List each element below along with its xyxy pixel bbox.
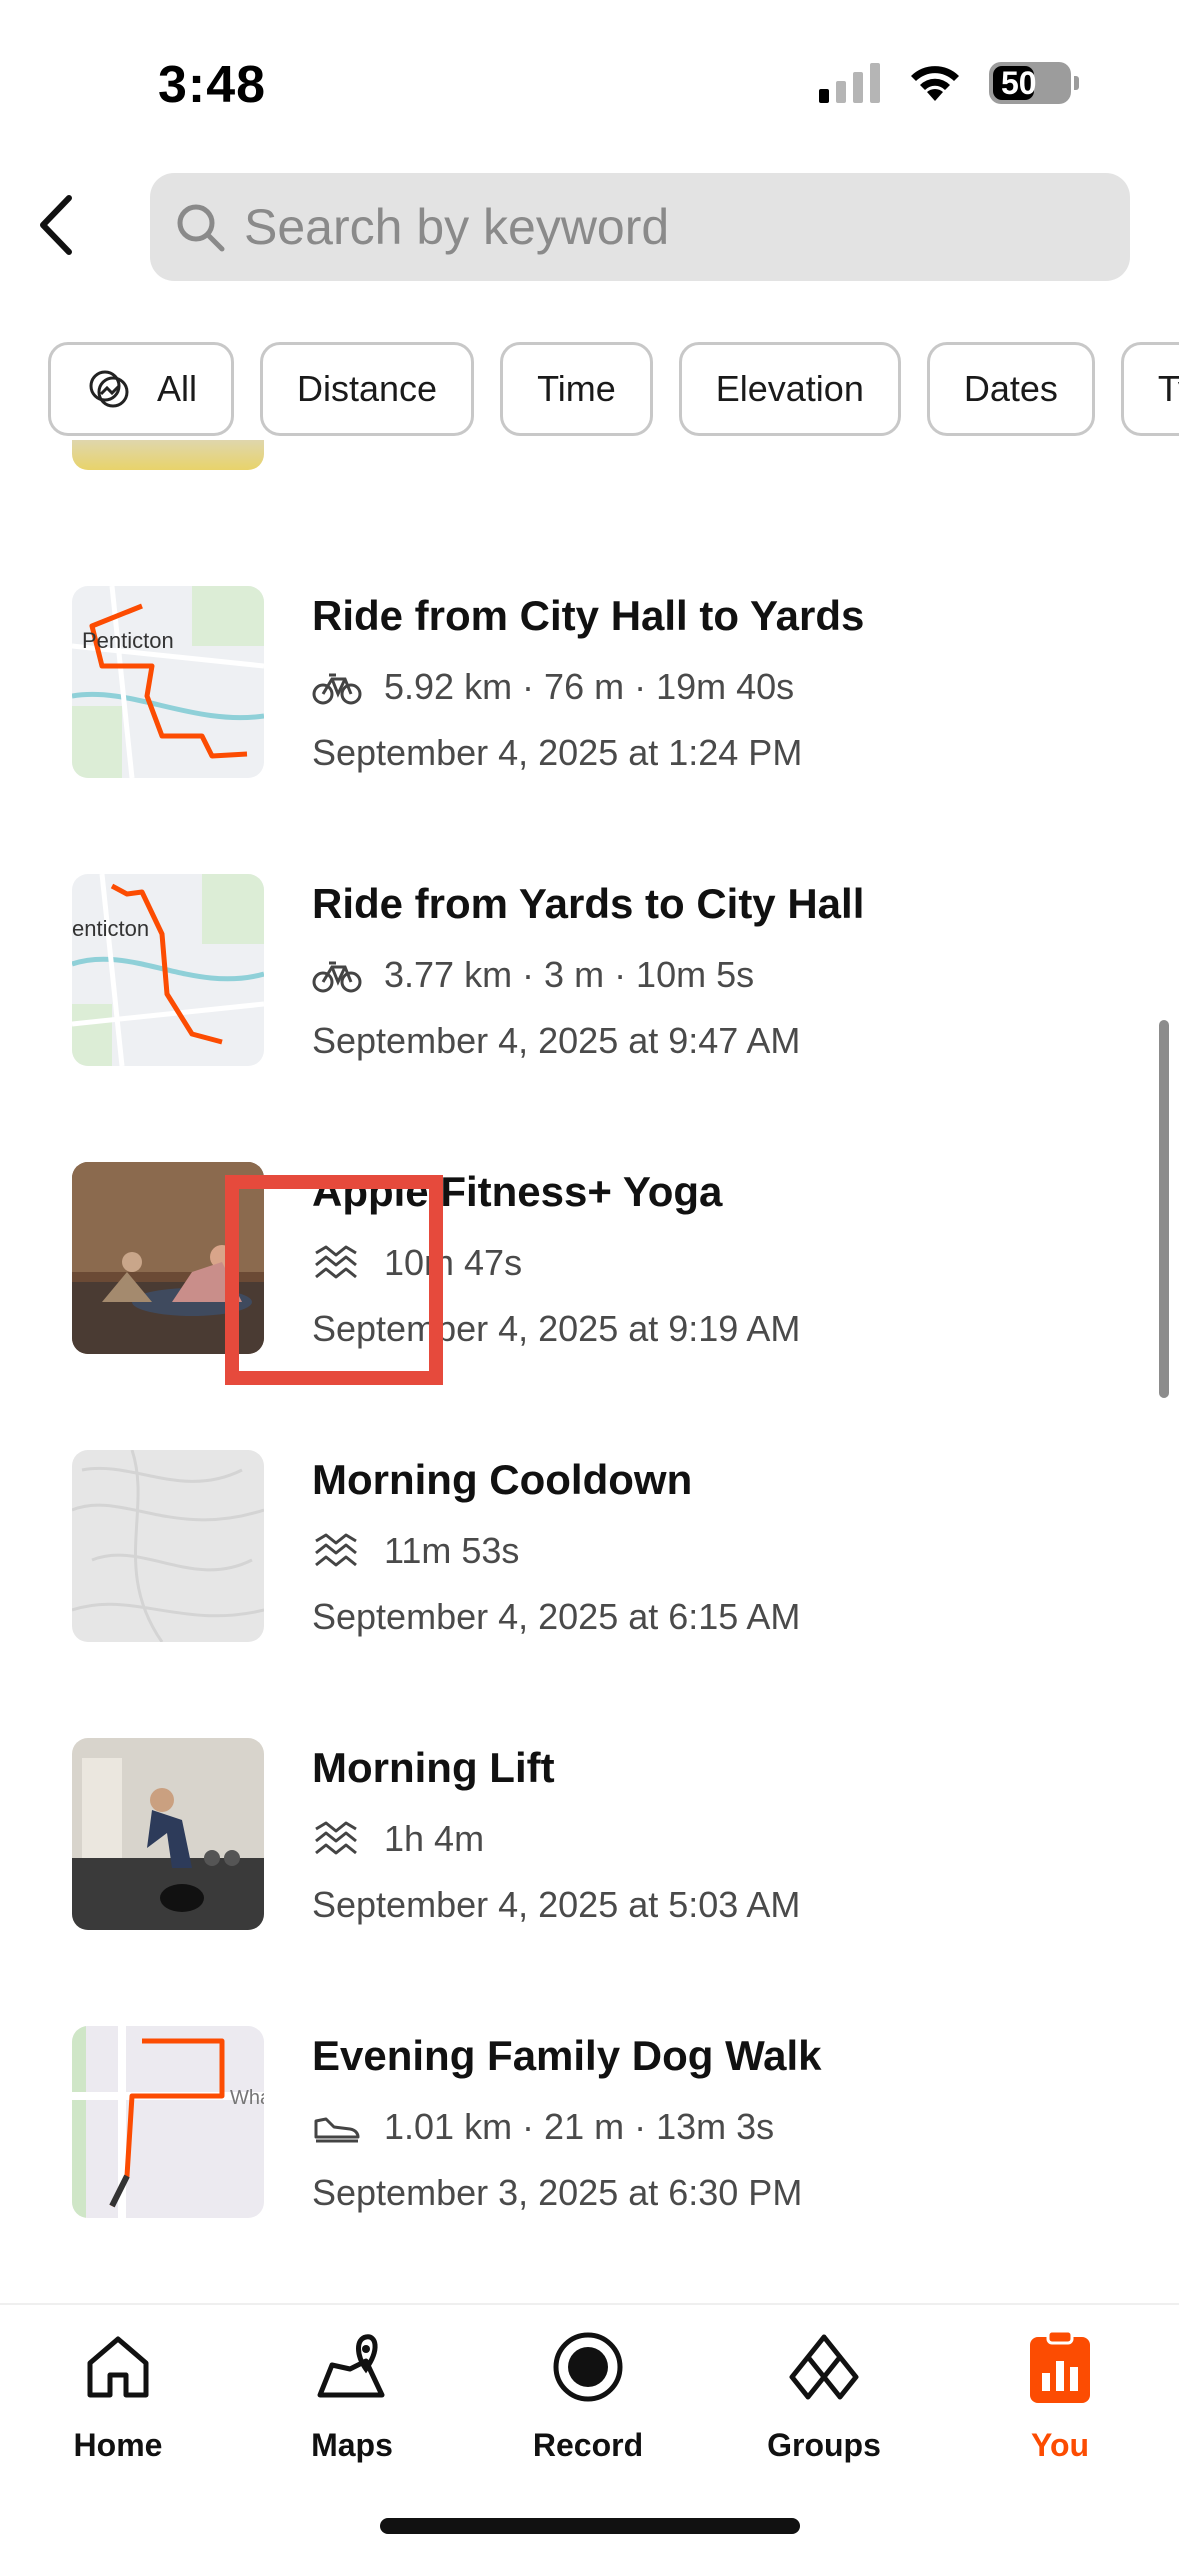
map-label: Wha — [230, 2087, 264, 2109]
activity-date: September 3, 2025 at 6:30 PM — [312, 2172, 803, 2213]
activity-title: Ride from City Hall to Yards — [312, 592, 865, 639]
record-icon — [553, 2332, 623, 2402]
search-icon — [177, 204, 225, 252]
filter-chip-elevation[interactable]: Elevation — [678, 342, 901, 436]
activity-title: Evening Family Dog Walk — [312, 2032, 822, 2079]
map-label: Penticton — [82, 628, 174, 653]
maps-icon — [317, 2334, 385, 2398]
home-icon — [87, 2336, 149, 2398]
tab-record[interactable]: Record — [508, 2325, 668, 2464]
status-icons: 50 — [819, 62, 1079, 104]
activity-stats-text: 5.92 km · 76 m · 19m 40s — [384, 666, 795, 707]
activity-title: Morning Cooldown — [312, 1456, 693, 1503]
tab-you[interactable]: You — [980, 2325, 1140, 2464]
activity-stats: 3.77 km · 3 m · 10m 5s — [312, 954, 754, 996]
activity-date: September 4, 2025 at 1:24 PM — [312, 732, 803, 773]
chevron-left-icon — [40, 195, 72, 255]
filter-chip-label: Elevation — [715, 368, 864, 409]
activity-item[interactable]: Morning Lift 1h 4m September 4, 2025 at … — [0, 1738, 1179, 1938]
battery-indicator: 50 — [989, 62, 1071, 104]
activity-thumbnail — [72, 440, 264, 470]
groups-icon — [789, 2334, 859, 2400]
annotation-highlight-box — [225, 1175, 443, 1385]
filter-chip-time[interactable]: Time — [500, 342, 653, 436]
filter-chip-label: All — [157, 368, 198, 409]
bike-icon — [312, 961, 362, 993]
map-label: enticton — [72, 916, 149, 941]
status-bar: 3:48 50 — [0, 0, 1179, 160]
topo-map-thumbnail — [72, 1450, 264, 1642]
tab-home[interactable]: Home — [38, 2325, 198, 2464]
activity-stats-text: 1.01 km · 21 m · 13m 3s — [384, 2106, 775, 2147]
route-map-thumbnail: enticton — [72, 874, 264, 1066]
search-input[interactable] — [244, 198, 1044, 256]
activity-stats-text: 1h 4m — [384, 1818, 485, 1859]
scrollbar[interactable] — [1159, 1020, 1169, 1398]
filter-chip-label: Typ — [1157, 368, 1179, 409]
activity-date: September 4, 2025 at 9:47 AM — [312, 1020, 801, 1061]
all-activities-icon — [89, 370, 129, 408]
activity-stats: 5.92 km · 76 m · 19m 40s — [312, 666, 794, 708]
filter-chip-distance[interactable]: Distance — [260, 342, 475, 436]
filter-chip-all[interactable]: All — [48, 342, 235, 436]
workout-icon — [315, 1821, 357, 1855]
bike-icon — [312, 673, 362, 705]
wifi-icon — [911, 66, 959, 101]
activity-item[interactable]: Apple Fitness+ Yoga 10m 47s September 4,… — [0, 1162, 1179, 1362]
filter-chip-label: Time — [537, 368, 616, 409]
search-bar[interactable] — [150, 173, 1130, 281]
tab-label: Record — [532, 2427, 644, 2463]
filter-chip-dates[interactable]: Dates — [926, 342, 1095, 436]
tab-label: You — [1030, 2427, 1090, 2463]
activity-item[interactable]: Wha Evening Family Dog Walk 1.01 km · 21… — [0, 2026, 1179, 2226]
cellular-signal-icon — [819, 63, 880, 103]
filter-chip-type[interactable]: Typ — [1120, 342, 1179, 436]
walk-shoe-icon — [314, 2117, 360, 2143]
you-icon — [1030, 2329, 1090, 2403]
filter-chips: All Distance Time Elevation Dates Typ — [48, 342, 1179, 438]
home-indicator — [380, 2518, 800, 2534]
activity-item[interactable]: Penticton Ride from City Hall to Yards 5… — [0, 586, 1179, 786]
activity-stats: 1.01 km · 21 m · 13m 3s — [312, 2106, 774, 2148]
route-map-thumbnail: Wha — [72, 2026, 264, 2218]
activity-date: September 4, 2025 at 5:03 AM — [312, 1884, 801, 1925]
activity-stats: 11m 53s — [312, 1530, 519, 1572]
tab-maps[interactable]: Maps — [272, 2325, 432, 2464]
tab-label: Maps — [311, 2427, 393, 2463]
status-time: 3:48 — [158, 56, 267, 114]
activity-item[interactable]: enticton Ride from Yards to City Hall 3.… — [0, 874, 1179, 1074]
activity-stats-text: 3.77 km · 3 m · 10m 5s — [384, 954, 755, 995]
activity-photo-thumbnail — [72, 1738, 264, 1930]
activity-stats: 1h 4m — [312, 1818, 484, 1860]
activity-list: Penticton Ride from City Hall to Yards 5… — [0, 440, 1179, 2300]
tab-label: Groups — [767, 2427, 881, 2463]
workout-icon — [315, 1533, 357, 1567]
activity-item[interactable]: Morning Cooldown 11m 53s September 4, 20… — [0, 1450, 1179, 1650]
activity-date: September 4, 2025 at 6:15 AM — [312, 1596, 801, 1637]
activity-title: Morning Lift — [312, 1744, 555, 1791]
battery-level: 50 — [1001, 64, 1037, 101]
filter-chip-label: Distance — [297, 368, 438, 409]
tab-label: Home — [73, 2427, 163, 2463]
tab-groups[interactable]: Groups — [744, 2325, 904, 2464]
bottom-tab-bar: Home Maps Record Groups You — [0, 2303, 1179, 2556]
filter-chip-label: Dates — [963, 368, 1058, 409]
activity-title: Ride from Yards to City Hall — [312, 880, 865, 927]
route-map-thumbnail: Penticton — [72, 586, 264, 778]
activity-stats-text: 11m 53s — [384, 1530, 520, 1571]
back-button[interactable] — [20, 190, 90, 260]
